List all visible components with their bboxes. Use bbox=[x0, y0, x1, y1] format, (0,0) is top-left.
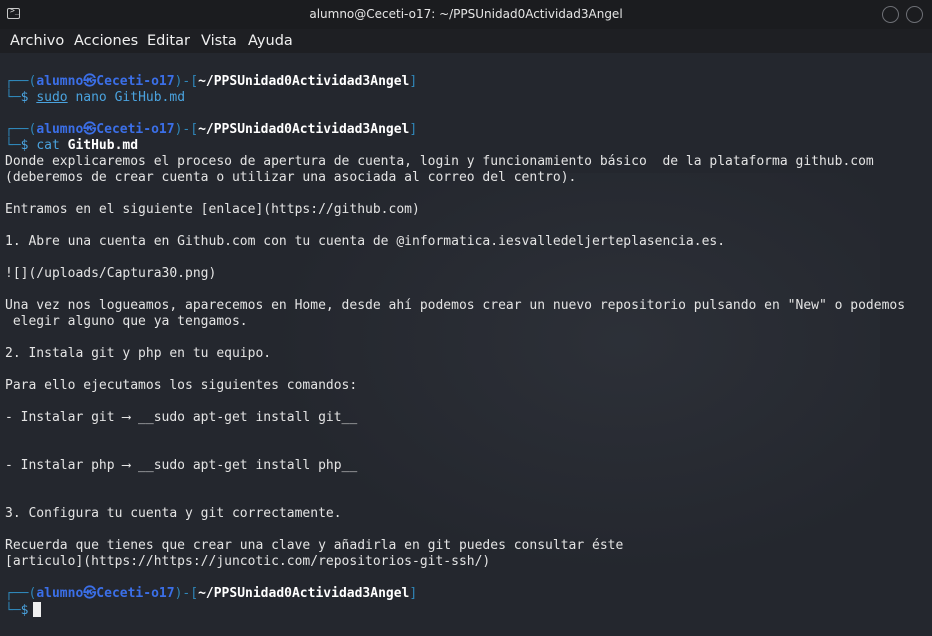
menu-acciones[interactable]: Acciones bbox=[74, 33, 138, 49]
maximize-button[interactable] bbox=[906, 6, 923, 23]
output-line: (deberemos de crear cuenta o utilizar un… bbox=[5, 170, 577, 185]
command-line-1: └─$ sudo nano GitHub.md bbox=[5, 90, 186, 105]
prompt-line-1: ┌──(alumno㉿Ceceti-o17)-[~/PPSUnidad0Acti… bbox=[5, 74, 418, 89]
output-line: ![](/uploads/Captura30.png) bbox=[5, 266, 217, 281]
output-line: [articulo](https://https://juncotic.com/… bbox=[5, 554, 491, 569]
output-line: elegir alguno que ya tengamos. bbox=[5, 314, 248, 329]
prompt-line-3: ┌──(alumno㉿Ceceti-o17)-[~/PPSUnidad0Acti… bbox=[5, 586, 418, 601]
menu-archivo[interactable]: Archivo bbox=[10, 33, 64, 49]
menu-ayuda[interactable]: Ayuda bbox=[248, 33, 293, 49]
output-line: Para ello ejecutamos los siguientes coma… bbox=[5, 378, 358, 393]
text-cursor bbox=[33, 602, 42, 617]
output-line: Recuerda que tienes que crear una clave … bbox=[5, 538, 624, 553]
output-line: - Instalar php ⟶ __sudo apt-get install … bbox=[5, 458, 358, 473]
output-line: 2. Instala git y php en tu equipo. bbox=[5, 346, 272, 361]
menu-editar[interactable]: Editar bbox=[147, 33, 190, 49]
menu-vista[interactable]: Vista bbox=[201, 33, 237, 49]
command-line-3[interactable]: └─$ bbox=[5, 602, 42, 619]
output-line: 1. Abre una cuenta en Github.com con tu … bbox=[5, 234, 726, 249]
output-line: Entramos en el siguiente [enlace](https:… bbox=[5, 202, 420, 217]
command-line-2: └─$ cat GitHub.md bbox=[5, 138, 139, 153]
window-title: alumno@Ceceti-o17: ~/PPSUnidad0Actividad… bbox=[309, 7, 623, 21]
output-line: Una vez nos logueamos, aparecemos en Hom… bbox=[5, 298, 906, 313]
prompt-line-2: ┌──(alumno㉿Ceceti-o17)-[~/PPSUnidad0Acti… bbox=[5, 122, 418, 137]
output-line: 3. Configura tu cuenta y git correctamen… bbox=[5, 506, 342, 521]
output-line: Donde explicaremos el proceso de apertur… bbox=[5, 154, 874, 169]
menu-bar: Archivo Acciones Editar Vista Ayuda bbox=[0, 29, 932, 53]
output-line: - Instalar git ⟶ __sudo apt-get install … bbox=[5, 410, 358, 425]
minimize-button[interactable] bbox=[882, 6, 899, 23]
title-bar: >_ alumno@Ceceti-o17: ~/PPSUnidad0Activi… bbox=[0, 0, 932, 29]
terminal-area[interactable]: ┌──(alumno㉿Ceceti-o17)-[~/PPSUnidad0Acti… bbox=[0, 53, 932, 636]
